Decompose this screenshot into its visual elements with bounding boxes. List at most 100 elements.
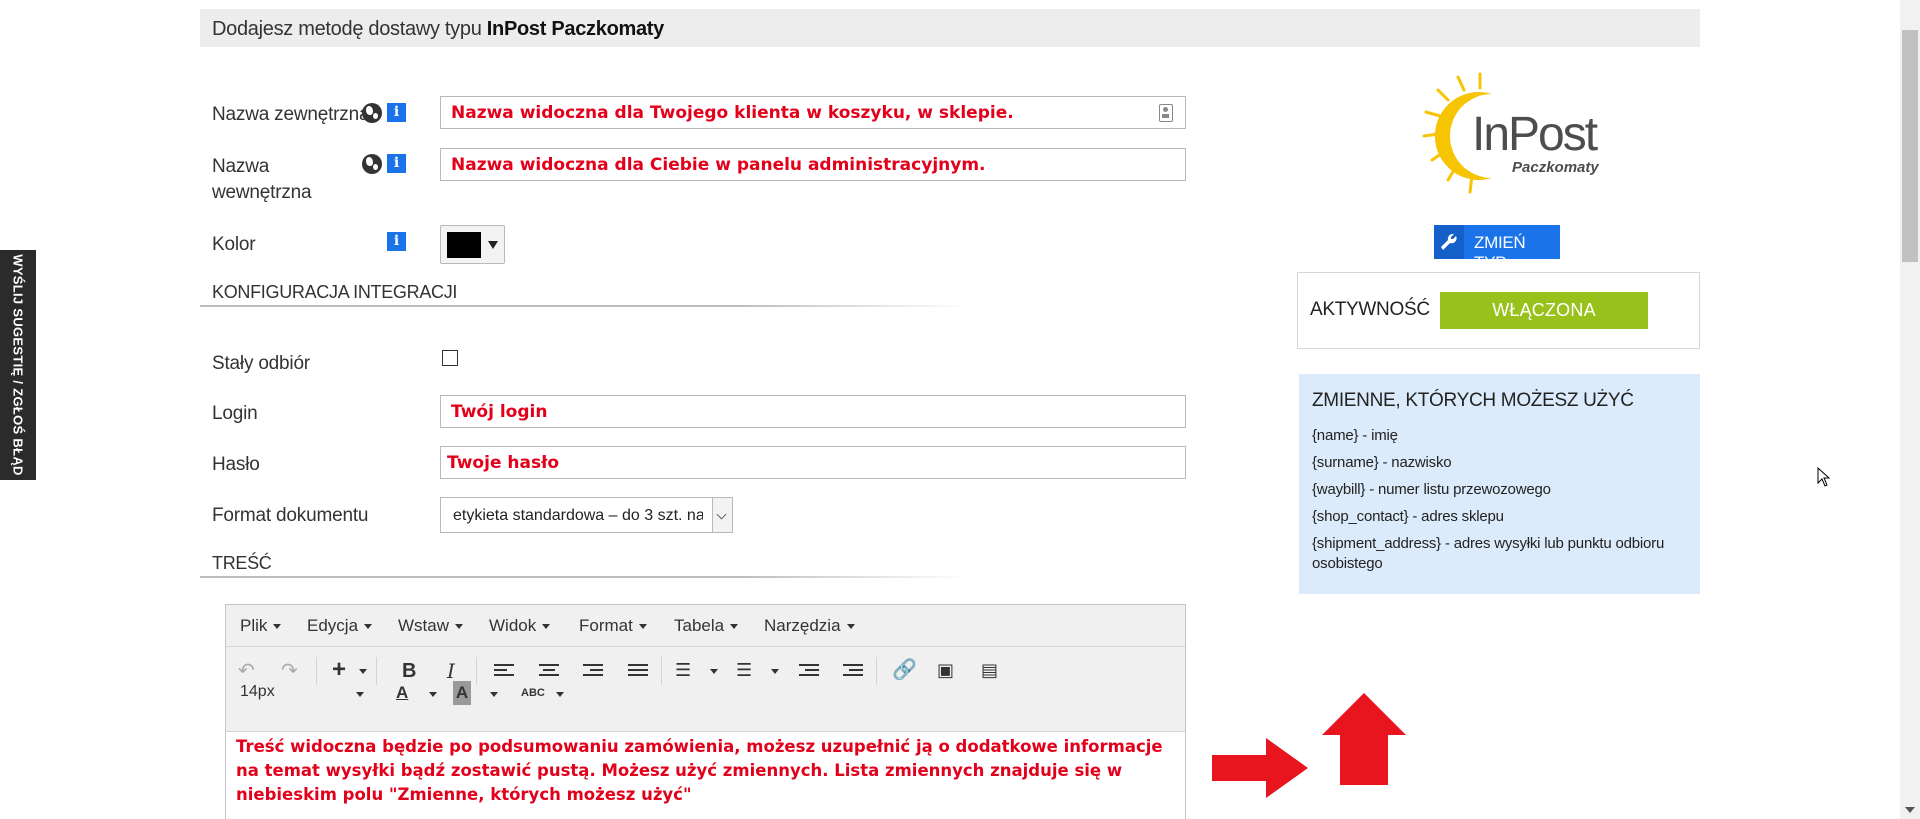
- contact-card-icon[interactable]: [1159, 104, 1173, 122]
- info-icon[interactable]: i: [387, 154, 406, 173]
- chevron-down-icon[interactable]: [429, 692, 437, 697]
- editor-menubar: Plik Edycja Wstaw Widok Format Tabela Na…: [226, 605, 1185, 647]
- chevron-down-icon[interactable]: [556, 692, 564, 697]
- image-icon[interactable]: ▣: [937, 658, 954, 682]
- menu-view[interactable]: Widok: [489, 616, 550, 636]
- variables-title: ZMIENNE, KTÓRYCH MOŻESZ UŻYĆ: [1312, 390, 1634, 411]
- redo-icon[interactable]: ↷: [281, 659, 298, 683]
- info-icon[interactable]: i: [387, 232, 406, 251]
- editor-content[interactable]: Treść widoczna będzie po podsumowaniu za…: [236, 735, 1176, 807]
- password-field[interactable]: [440, 446, 1186, 479]
- menu-file[interactable]: Plik: [240, 616, 281, 636]
- scrollbar-thumb[interactable]: [1902, 30, 1918, 262]
- arrow-right-icon: [1212, 738, 1308, 798]
- internal-name-field[interactable]: [440, 148, 1186, 181]
- page-title-type: InPost Paczkomaty: [486, 18, 664, 40]
- activity-label: AKTYWNOŚĆ: [1310, 299, 1430, 320]
- italic-icon[interactable]: I: [447, 659, 455, 683]
- internal-name-label-line1: Nazwa: [212, 156, 270, 177]
- variable-item: {waybill} - numer listu przewozowego: [1312, 481, 1551, 498]
- menu-edit[interactable]: Edycja: [307, 616, 372, 636]
- toolbar-separator: [476, 657, 477, 685]
- login-input[interactable]: [441, 396, 1185, 427]
- change-type-button[interactable]: ZMIEŃ TYP: [1434, 225, 1560, 272]
- color-swatch: [447, 232, 481, 258]
- font-size-select[interactable]: 14px: [240, 683, 275, 701]
- inpost-logo: InPost Paczkomaty: [1422, 72, 1600, 194]
- indent-icon[interactable]: [843, 664, 863, 680]
- variables-panel: ZMIENNE, KTÓRYCH MOŻESZ UŻYĆ {name} - im…: [1299, 374, 1700, 594]
- menu-insert[interactable]: Wstaw: [398, 616, 463, 636]
- bold-icon[interactable]: B: [402, 659, 416, 683]
- outdent-icon[interactable]: [799, 664, 819, 680]
- feedback-tab-label: WYŚLIJ SUGESTIĘ / ZGŁOŚ BŁĄD: [10, 254, 26, 476]
- chevron-down-icon[interactable]: [356, 692, 364, 697]
- toolbar-separator: [376, 657, 377, 685]
- feedback-tab[interactable]: WYŚLIJ SUGESTIĘ / ZGŁOŚ BŁĄD: [0, 250, 36, 480]
- undo-icon[interactable]: ↶: [238, 659, 255, 683]
- chevron-down-icon[interactable]: [490, 692, 498, 697]
- variable-item: {shipment_address} - adres wysyłki lub p…: [1312, 535, 1665, 572]
- password-input[interactable]: [441, 447, 1185, 478]
- spellcheck-icon[interactable]: ABC: [521, 681, 545, 705]
- wrench-icon: [1434, 225, 1464, 259]
- align-right-icon[interactable]: [583, 664, 603, 680]
- page-scrollbar[interactable]: [1900, 0, 1920, 819]
- variable-item: {surname} - nazwisko: [1312, 454, 1452, 471]
- toolbar-separator: [661, 657, 662, 685]
- chevron-down-icon[interactable]: [359, 669, 367, 674]
- arrow-up-icon: [1322, 693, 1406, 785]
- section-divider: [200, 305, 970, 307]
- insert-plus-icon[interactable]: +: [332, 658, 346, 682]
- numbered-list-icon[interactable]: ☰: [736, 658, 752, 682]
- chevron-down-icon[interactable]: [771, 669, 779, 674]
- globe-icon[interactable]: [362, 154, 382, 174]
- login-label: Login: [212, 403, 258, 424]
- variable-item: {name} - imię: [1312, 427, 1398, 444]
- chevron-down-icon[interactable]: [712, 498, 732, 532]
- menu-format[interactable]: Format: [579, 616, 647, 636]
- media-icon[interactable]: ▤: [981, 658, 998, 682]
- page-title-prefix: Dodajesz metodę dostawy typu: [212, 18, 487, 40]
- external-name-input[interactable]: [441, 97, 1185, 128]
- internal-name-label: Nazwa wewnętrzna: [212, 154, 312, 206]
- menu-table[interactable]: Tabela: [674, 616, 738, 636]
- color-picker[interactable]: [440, 225, 505, 264]
- document-format-select[interactable]: etykieta standardowa – do 3 szt. na: [440, 497, 733, 533]
- document-format-value: etykieta standardowa – do 3 szt. na: [453, 507, 703, 524]
- rich-text-editor[interactable]: Plik Edycja Wstaw Widok Format Tabela Na…: [225, 604, 1186, 819]
- bullet-list-icon[interactable]: ☰: [675, 658, 691, 682]
- toolbar-separator: [316, 657, 317, 685]
- text-color-icon[interactable]: A: [396, 681, 408, 705]
- link-icon[interactable]: 🔗: [892, 658, 917, 682]
- background-color-icon[interactable]: A: [453, 681, 471, 705]
- internal-name-input[interactable]: [441, 149, 1185, 180]
- document-format-label: Format dokumentu: [212, 505, 369, 526]
- page-title: Dodajesz metodę dostawy typu InPost Pacz…: [212, 18, 664, 41]
- permanent-pickup-checkbox[interactable]: [442, 350, 458, 366]
- login-field[interactable]: [440, 395, 1186, 428]
- logo-brand-text: InPost: [1472, 108, 1598, 161]
- activity-toggle-button[interactable]: WŁĄCZONA: [1440, 292, 1648, 329]
- variable-item: {shop_contact} - adres sklepu: [1312, 508, 1504, 525]
- globe-icon[interactable]: [362, 103, 382, 123]
- password-label: Hasło: [212, 454, 260, 475]
- integration-section-title: KONFIGURACJA INTEGRACJI: [212, 282, 458, 302]
- activity-panel: AKTYWNOŚĆ WŁĄCZONA: [1297, 272, 1700, 349]
- info-icon[interactable]: i: [387, 103, 406, 122]
- align-justify-icon[interactable]: [628, 664, 648, 680]
- section-divider: [200, 576, 970, 578]
- content-section-title: TREŚĆ: [212, 553, 272, 573]
- logo-sub-text: Paczkomaty: [1512, 159, 1599, 176]
- scroll-down-icon[interactable]: [1905, 807, 1915, 813]
- internal-name-label-line2: wewnętrzna: [212, 182, 312, 203]
- align-left-icon[interactable]: [494, 664, 514, 680]
- align-center-icon[interactable]: [539, 664, 559, 680]
- external-name-label: Nazwa zewnętrzna: [212, 104, 370, 125]
- external-name-field[interactable]: [440, 96, 1186, 129]
- chevron-down-icon[interactable]: [710, 669, 718, 674]
- change-type-label: ZMIEŃ TYP: [1474, 233, 1526, 272]
- menu-tools[interactable]: Narzędzia: [764, 616, 855, 636]
- permanent-pickup-label: Stały odbiór: [212, 353, 310, 374]
- toolbar-separator: [876, 657, 877, 685]
